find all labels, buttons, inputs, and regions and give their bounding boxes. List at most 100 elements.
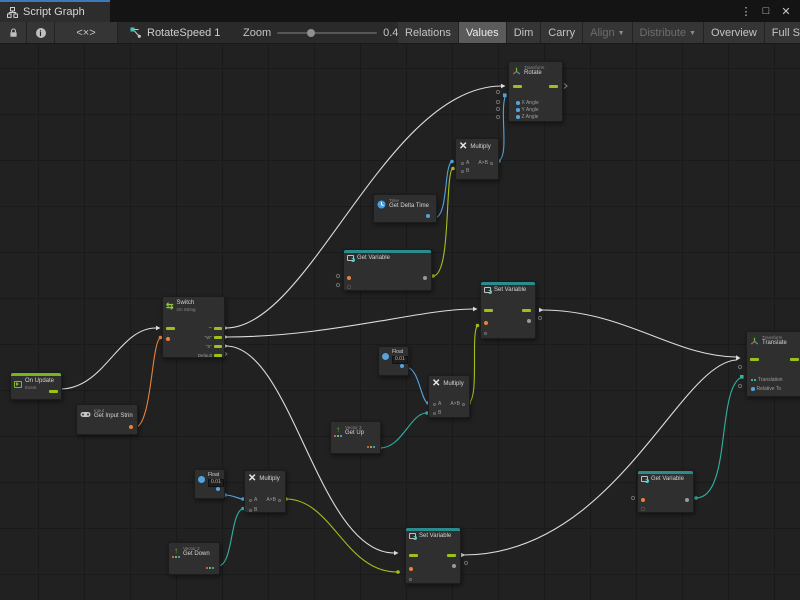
lock-button[interactable] bbox=[0, 22, 27, 44]
flow-out-port[interactable] bbox=[214, 354, 222, 357]
y-angle-port[interactable] bbox=[516, 108, 520, 112]
dim-toggle[interactable]: Dim bbox=[507, 22, 542, 44]
case-label: Default bbox=[198, 353, 212, 358]
selector-in-port[interactable] bbox=[166, 337, 170, 341]
zoom-slider[interactable] bbox=[277, 32, 377, 34]
graph-canvas[interactable]: On Update Event Input Get Input Strin bbox=[0, 44, 800, 600]
node-get-delta-time[interactable]: Time Get Delta Time bbox=[373, 194, 437, 223]
relations-toggle[interactable]: Relations bbox=[398, 22, 459, 44]
flow-out-port[interactable] bbox=[49, 390, 58, 393]
a-in-port[interactable] bbox=[249, 499, 252, 502]
switch-case-row[interactable]: "S" bbox=[206, 344, 222, 349]
flow-out-port[interactable] bbox=[214, 345, 222, 348]
switch-case-row[interactable]: "W" bbox=[205, 335, 222, 340]
distribute-label: Distribute bbox=[640, 27, 686, 39]
name-in-port[interactable] bbox=[641, 498, 645, 502]
a-in-port[interactable] bbox=[461, 162, 464, 165]
b-in-port[interactable] bbox=[433, 412, 436, 415]
flow-in-port[interactable] bbox=[750, 358, 759, 361]
node-multiply[interactable]: ✕ Multiply A A×B B bbox=[455, 138, 499, 180]
flow-out-port[interactable] bbox=[214, 327, 222, 330]
variable-icon bbox=[409, 533, 416, 539]
node-get-variable[interactable]: Get Variable bbox=[637, 470, 694, 513]
overview-button[interactable]: Overview bbox=[704, 22, 765, 44]
result-out-port[interactable] bbox=[278, 499, 281, 502]
node-vector3-get-down[interactable]: ↑ Vector 3 Get Down bbox=[168, 542, 220, 575]
float-value-field[interactable]: 0.01 bbox=[392, 356, 408, 364]
b-in-port[interactable] bbox=[249, 509, 252, 512]
a-in-port[interactable] bbox=[433, 403, 436, 406]
name-in-port[interactable] bbox=[484, 321, 488, 325]
node-transform-rotate[interactable]: Transform Rotate X Angle Y Angle Z Angle bbox=[508, 61, 563, 122]
node-on-update[interactable]: On Update Event bbox=[10, 372, 62, 400]
maximize-icon[interactable]: □ bbox=[758, 5, 774, 17]
node-switch-on-string[interactable]: ⇆ Switch On String "" "W" "S" Default bbox=[162, 296, 225, 358]
node-get-input-string[interactable]: Input Get Input Strin bbox=[76, 404, 138, 435]
flow-in-port[interactable] bbox=[409, 554, 418, 557]
name-in-port[interactable] bbox=[347, 276, 351, 280]
value-out-port[interactable] bbox=[685, 498, 689, 502]
values-toggle[interactable]: Values bbox=[459, 22, 507, 44]
float-icon bbox=[382, 353, 389, 360]
align-menu[interactable]: Align▼ bbox=[583, 22, 632, 44]
switch-case-row[interactable]: "" bbox=[209, 326, 222, 331]
translation-port[interactable] bbox=[751, 379, 756, 381]
fullscreen-button[interactable]: Full Screen bbox=[765, 22, 800, 44]
code-preview-button[interactable]: <×> bbox=[55, 22, 118, 44]
flow-in-port[interactable] bbox=[166, 327, 175, 330]
vector3-out-port[interactable] bbox=[367, 446, 375, 448]
flow-out-port[interactable] bbox=[790, 358, 799, 361]
flow-in-port[interactable] bbox=[513, 85, 522, 88]
flow-out-port[interactable] bbox=[447, 554, 456, 557]
graph-breadcrumb[interactable]: RotateSpeed 1 bbox=[130, 22, 220, 44]
carry-toggle[interactable]: Carry bbox=[541, 22, 583, 44]
node-set-variable[interactable]: Set Variable bbox=[405, 527, 461, 584]
fallback-port[interactable] bbox=[347, 285, 351, 289]
value-out-port[interactable] bbox=[423, 276, 427, 280]
string-out-port[interactable] bbox=[129, 425, 133, 429]
float-out-port[interactable] bbox=[216, 487, 220, 491]
float-out-port[interactable] bbox=[400, 364, 404, 368]
name-in-port[interactable] bbox=[409, 567, 413, 571]
relations-label: Relations bbox=[405, 27, 451, 39]
clock-icon bbox=[377, 200, 386, 209]
node-transform-translate[interactable]: Transform Translate Translation Relative… bbox=[746, 331, 800, 397]
port-label: B bbox=[466, 168, 469, 174]
fallback-port[interactable] bbox=[641, 507, 645, 511]
graph-name: RotateSpeed 1 bbox=[147, 27, 220, 39]
flow-out-port[interactable] bbox=[522, 309, 531, 312]
flow-out-port[interactable] bbox=[214, 336, 222, 339]
zoom-slider-thumb[interactable] bbox=[307, 29, 315, 37]
node-float-literal[interactable]: Float 0.01 bbox=[194, 469, 225, 499]
node-set-variable[interactable]: Set Variable bbox=[480, 281, 536, 339]
vector3-out-port[interactable] bbox=[206, 567, 214, 569]
value-out-port[interactable] bbox=[527, 319, 531, 323]
info-button[interactable]: i bbox=[27, 22, 55, 44]
result-out-port[interactable] bbox=[490, 162, 493, 165]
x-angle-port[interactable] bbox=[516, 101, 520, 105]
value-in-port[interactable] bbox=[409, 578, 412, 581]
close-icon[interactable]: ✕ bbox=[778, 5, 794, 18]
result-out-port[interactable] bbox=[462, 403, 465, 406]
node-multiply[interactable]: ✕ Multiply A A×B B bbox=[428, 375, 470, 418]
switch-icon: ⇆ bbox=[166, 302, 174, 311]
relative-to-port[interactable] bbox=[751, 387, 755, 391]
z-angle-port[interactable] bbox=[516, 115, 520, 119]
value-out-port[interactable] bbox=[452, 564, 456, 568]
node-multiply[interactable]: ✕ Multiply A A×B B bbox=[244, 470, 286, 513]
flow-in-port[interactable] bbox=[484, 309, 493, 312]
b-in-port[interactable] bbox=[461, 170, 464, 173]
value-in-port[interactable] bbox=[484, 332, 487, 335]
switch-case-row[interactable]: Default bbox=[198, 353, 222, 358]
float-out-port[interactable] bbox=[426, 214, 430, 218]
flow-out-port[interactable] bbox=[549, 85, 558, 88]
node-vector3-get-up[interactable]: ↑ Vector 3 Get Up bbox=[330, 421, 381, 454]
distribute-menu[interactable]: Distribute▼ bbox=[633, 22, 704, 44]
tab-script-graph[interactable]: Script Graph bbox=[0, 0, 110, 22]
float-value-field[interactable]: 0.01 bbox=[208, 479, 224, 487]
node-float-literal[interactable]: Float 0.01 bbox=[378, 346, 409, 376]
on-update-icon bbox=[14, 381, 22, 388]
node-get-variable[interactable]: Get Variable bbox=[343, 249, 432, 291]
multiply-icon: ✕ bbox=[432, 379, 440, 389]
window-menu-icon[interactable]: ⋮ bbox=[738, 5, 754, 18]
